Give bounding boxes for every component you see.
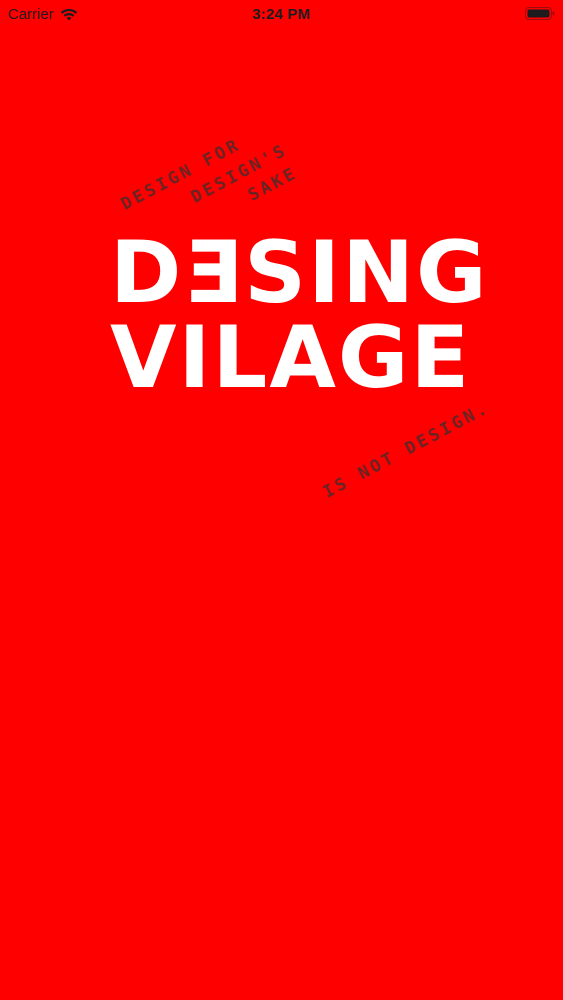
status-time: 3:24 PM — [252, 6, 311, 23]
status-bar: Carrier 3:24 PM — [0, 0, 563, 30]
splash-logo: DƎSING VILAGE — [110, 140, 489, 520]
logo-title-line-2: VILAGE — [110, 308, 472, 408]
logo-title-line-1: DƎSING — [110, 223, 489, 323]
battery-icon — [525, 7, 555, 20]
